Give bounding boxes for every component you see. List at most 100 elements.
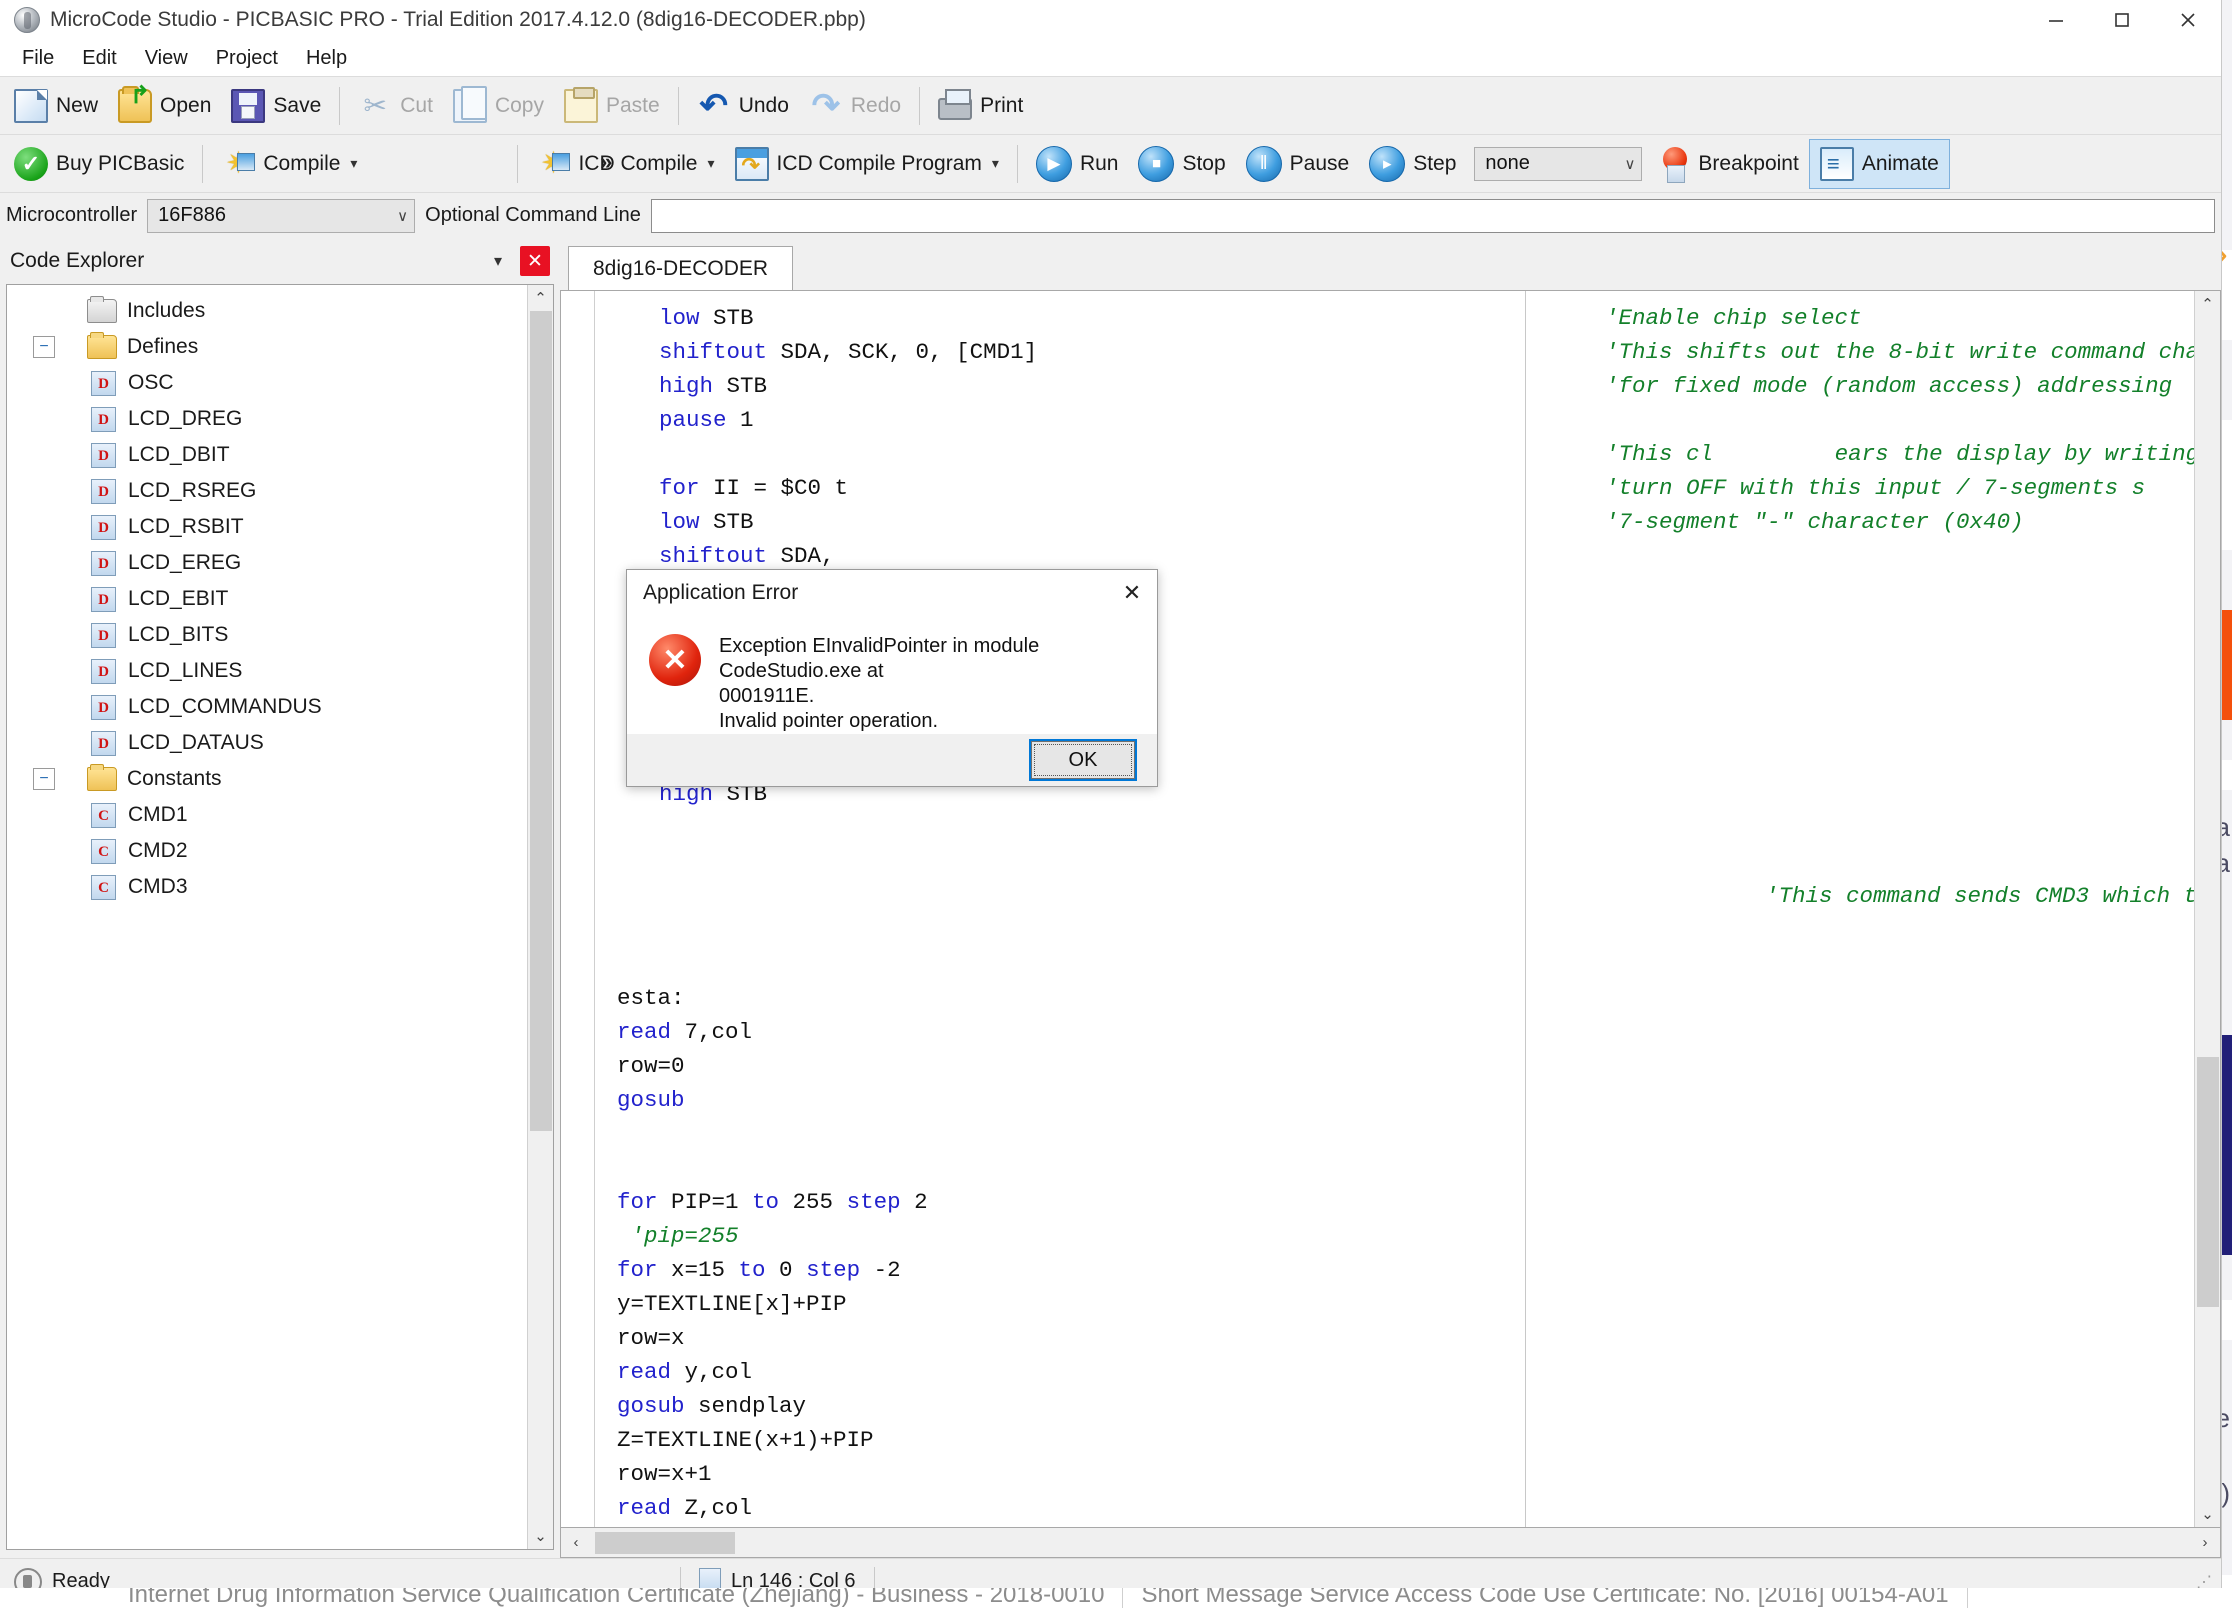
collapse-toggle-icon[interactable]: − bbox=[33, 336, 55, 358]
tree-item-lcd_commandus[interactable]: D LCD_COMMANDUS bbox=[7, 689, 527, 725]
editor-scroll-thumb[interactable] bbox=[2196, 1057, 2219, 1307]
menu-item-help[interactable]: Help bbox=[294, 44, 359, 73]
scroll-down-arrow-icon[interactable]: ⌄ bbox=[528, 1523, 554, 1549]
dialog-message-line1: Exception EInvalidPointer in module Code… bbox=[719, 635, 1040, 682]
collapse-toggle-icon[interactable]: − bbox=[33, 768, 55, 790]
maximize-button[interactable] bbox=[2089, 0, 2155, 40]
toolbar-divider bbox=[677, 86, 679, 125]
command-line-input[interactable] bbox=[650, 198, 2215, 233]
cursor-position: Ln 146 : Col 6 bbox=[681, 1567, 856, 1588]
code-text: row=x bbox=[617, 1325, 685, 1351]
chevron-down-icon[interactable]: ▾ bbox=[992, 155, 999, 172]
tree-item-lcd_rsreg[interactable]: D LCD_RSREG bbox=[7, 473, 527, 509]
tree-item-lcd_dataus[interactable]: D LCD_DATAUS bbox=[7, 725, 527, 761]
animate-icon bbox=[1819, 146, 1854, 181]
print-button[interactable]: Print bbox=[928, 81, 1033, 131]
tree-item-lcd_dbit[interactable]: D LCD_DBIT bbox=[7, 437, 527, 473]
toolbar-divider bbox=[919, 86, 921, 125]
green-check-icon: ✓ bbox=[14, 146, 48, 181]
define-badge-icon: D bbox=[91, 442, 116, 468]
copy-button[interactable]: Copy bbox=[443, 81, 554, 131]
tree-item-lcd_ebit[interactable]: D LCD_EBIT bbox=[7, 581, 527, 617]
tree-item-lcd_bits[interactable]: D LCD_BITS bbox=[7, 617, 527, 653]
tree-item-cmd1[interactable]: C CMD1 bbox=[7, 797, 527, 833]
compile-button[interactable]: ✷ Compile ▾ bbox=[211, 139, 367, 189]
step-button[interactable]: ▸ Step bbox=[1359, 139, 1466, 189]
stop-button[interactable]: ■ Stop bbox=[1128, 139, 1235, 189]
code-comment: 'turn OFF with this input / 7-segments s bbox=[1605, 475, 2146, 501]
tree-item-osc[interactable]: D OSC bbox=[7, 365, 527, 401]
dialog-close-button[interactable]: ✕ bbox=[1107, 570, 1157, 616]
pause-button[interactable]: ‖ Pause bbox=[1236, 139, 1360, 189]
code-keyword: for bbox=[617, 1189, 658, 1215]
tree-item-lcd_rsbit[interactable]: D LCD_RSBIT bbox=[7, 509, 527, 545]
menu-item-project[interactable]: Project bbox=[204, 44, 290, 73]
scroll-up-arrow-icon[interactable]: ⌃ bbox=[2195, 291, 2221, 317]
explorer-scrollbar[interactable]: ⌃ ⌄ bbox=[527, 285, 553, 1549]
chevron-down-icon: ∨ bbox=[1624, 155, 1636, 173]
editor-horizontal-scrollbar[interactable]: ‹ › bbox=[560, 1528, 2221, 1558]
tree-item-label: CMD3 bbox=[128, 875, 188, 898]
icd-compile-button[interactable]: ✷ ICD Compile ▾ bbox=[526, 139, 724, 189]
new-button[interactable]: New bbox=[4, 81, 108, 131]
close-button[interactable] bbox=[2155, 0, 2221, 40]
chevron-down-icon[interactable]: ▾ bbox=[494, 251, 502, 271]
tree-item-constants[interactable]: − Constants bbox=[7, 761, 527, 797]
copy-label: Copy bbox=[494, 93, 544, 117]
toolbar-divider bbox=[517, 144, 519, 183]
dialog-body: ✕ Exception EInvalidPointer in module Co… bbox=[627, 616, 1157, 734]
microcontroller-select[interactable]: 16F886 ∨ bbox=[147, 198, 416, 233]
buy-picbasic-button[interactable]: ✓ Buy PICBasic bbox=[4, 139, 194, 189]
icd-compile-icon: ✷ bbox=[536, 147, 571, 181]
open-button[interactable]: Open bbox=[108, 81, 221, 131]
scroll-left-arrow-icon[interactable]: ‹ bbox=[561, 1534, 591, 1551]
ok-button[interactable]: OK bbox=[1029, 739, 1137, 781]
run-button[interactable]: ▶ Run bbox=[1026, 139, 1129, 189]
menu-item-file[interactable]: File bbox=[10, 44, 66, 73]
tree-item-label: LCD_DATAUS bbox=[128, 731, 264, 754]
editor-vertical-scrollbar[interactable]: ⌃ ⌄ bbox=[2194, 291, 2220, 1527]
editor-area: 8dig16-DECODER low STB shiftout SDA, SCK… bbox=[560, 238, 2221, 1558]
tree-item-lcd_ereg[interactable]: D LCD_EREG bbox=[7, 545, 527, 581]
tree-item-label: LCD_DREG bbox=[128, 407, 243, 430]
toolbar-overflow-button[interactable]: » bbox=[600, 149, 612, 175]
editor-hscroll-thumb[interactable] bbox=[595, 1531, 735, 1554]
resize-grip-icon[interactable]: ⋰ bbox=[2196, 1572, 2213, 1589]
code-text: SDA, bbox=[780, 543, 835, 569]
step-mode-select[interactable]: none ∨ bbox=[1474, 146, 1643, 181]
error-x-icon: ✕ bbox=[649, 634, 701, 686]
status-text: Ready bbox=[52, 1570, 110, 1588]
undo-button[interactable]: ↶ Undo bbox=[687, 81, 799, 131]
chevron-down-icon[interactable]: ▾ bbox=[707, 155, 714, 172]
icd-compile-program-button[interactable]: ICD Compile Program ▾ bbox=[725, 139, 1009, 189]
scroll-right-arrow-icon[interactable]: › bbox=[2190, 1534, 2220, 1551]
tree-item-label: LCD_BITS bbox=[128, 623, 229, 646]
menu-item-edit[interactable]: Edit bbox=[70, 44, 128, 73]
animate-button[interactable]: Animate bbox=[1808, 138, 1950, 189]
menu-bar: File Edit View Project Help bbox=[0, 40, 2221, 76]
code-keyword: to bbox=[752, 1189, 780, 1215]
tree-item-lcd_dreg[interactable]: D LCD_DREG bbox=[7, 401, 527, 437]
tree-item-defines[interactable]: − Defines bbox=[7, 329, 527, 365]
chevron-down-icon[interactable]: ▾ bbox=[350, 155, 357, 172]
tree-item-cmd3[interactable]: C CMD3 bbox=[7, 869, 527, 905]
close-panel-button[interactable]: ✕ bbox=[520, 246, 550, 276]
code-editor[interactable]: low STB shiftout SDA, SCK, 0, [CMD1] hig… bbox=[595, 291, 2194, 1527]
scroll-up-arrow-icon[interactable]: ⌃ bbox=[528, 285, 554, 311]
save-button[interactable]: Save bbox=[221, 81, 331, 131]
tree-item-lcd_lines[interactable]: D LCD_LINES bbox=[7, 653, 527, 689]
breakpoint-button[interactable]: Breakpoint bbox=[1650, 139, 1808, 189]
code-keyword: low bbox=[659, 509, 700, 535]
scroll-down-arrow-icon[interactable]: ⌄ bbox=[2195, 1501, 2221, 1527]
status-ready: Ready bbox=[0, 1567, 680, 1588]
menu-item-view[interactable]: View bbox=[133, 44, 200, 73]
paste-button[interactable]: Paste bbox=[554, 81, 670, 131]
tree-item-includes[interactable]: Includes bbox=[7, 293, 527, 329]
minimize-button[interactable] bbox=[2023, 0, 2089, 40]
tree-item-cmd2[interactable]: C CMD2 bbox=[7, 833, 527, 869]
cut-button[interactable]: ✂ Cut bbox=[348, 81, 443, 131]
tab-8dig16-decoder[interactable]: 8dig16-DECODER bbox=[568, 246, 794, 290]
redo-button[interactable]: ↷ Redo bbox=[799, 81, 911, 131]
explorer-scroll-thumb[interactable] bbox=[529, 311, 552, 1131]
